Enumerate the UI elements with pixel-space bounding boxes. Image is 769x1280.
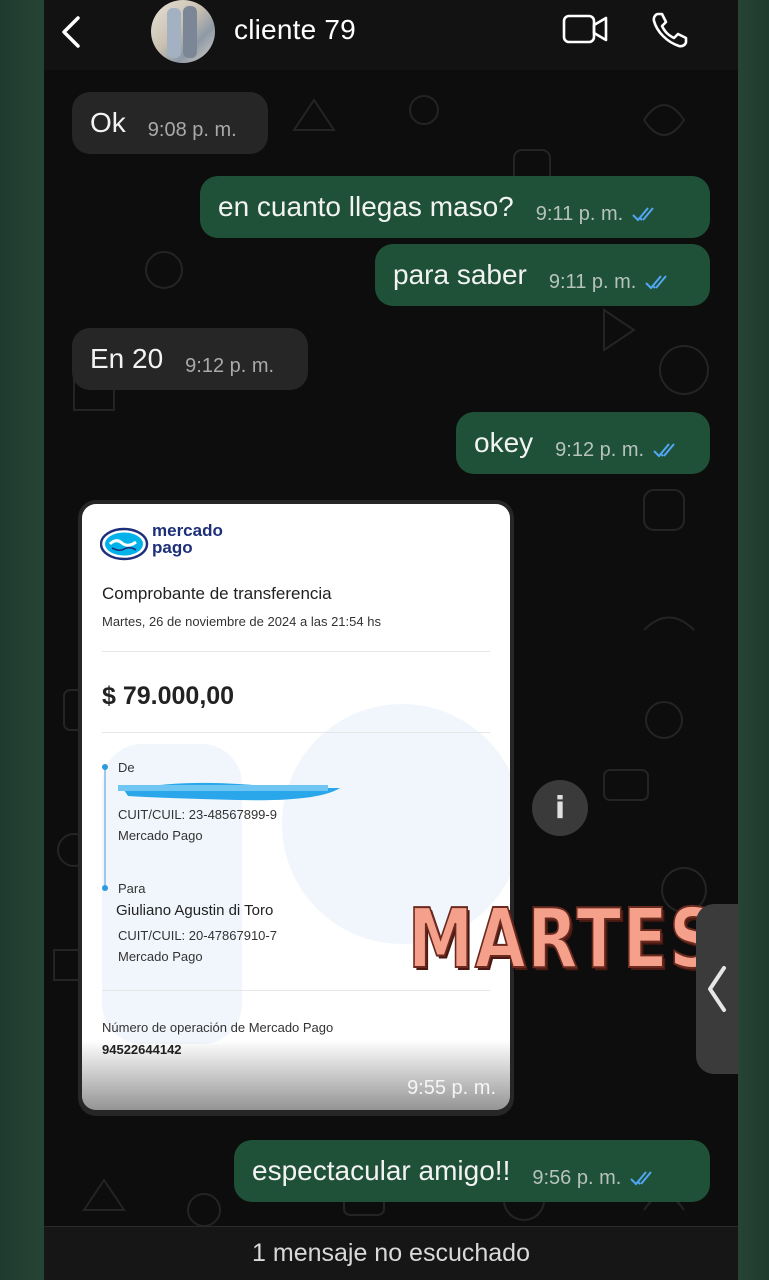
from-cuit: CUIT/CUIL: 23-48567899-9	[118, 807, 277, 822]
message-time: 9:12 p. m.	[555, 438, 645, 461]
read-receipt-icon	[630, 1171, 653, 1186]
receipt-date: Martes, 26 de noviembre de 2024 a las 21…	[102, 614, 381, 629]
contact-avatar[interactable]	[151, 0, 215, 63]
timeline-dot	[102, 885, 108, 891]
message-text: espectacular amigo!!	[252, 1155, 511, 1186]
device-frame-right	[738, 0, 769, 1280]
redacted-sender-name	[118, 782, 340, 801]
receipt-watermark	[102, 704, 510, 1044]
message-time: 9:11 p. m.	[535, 202, 624, 225]
to-cuit: CUIT/CUIL: 20-47867910-7	[118, 928, 277, 943]
receipt-amount: $ 79.000,00	[102, 682, 235, 710]
message-bubble-outgoing[interactable]: espectacular amigo!! 9:56 p. m.	[234, 1140, 710, 1202]
divider	[102, 651, 490, 652]
image-message-bubble[interactable]: mercado pago Comprobante de transferenci…	[78, 500, 514, 1116]
message-bubble-incoming[interactable]: En 20 9:12 p. m.	[72, 328, 308, 390]
device-frame-left	[0, 0, 44, 1280]
divider	[102, 732, 490, 733]
mercado-pago-wordmark: mercado pago	[152, 521, 223, 557]
message-time: 9:08 p. m.	[147, 118, 237, 141]
transfer-timeline	[104, 766, 106, 890]
operation-number-label: Número de operación de Mercado Pago	[102, 1020, 334, 1035]
message-bubble-outgoing[interactable]: para saber 9:11 p. m.	[375, 244, 710, 306]
divider	[102, 990, 490, 991]
info-button[interactable]: i	[532, 780, 588, 836]
to-name: Giuliano Agustin di Toro	[116, 902, 274, 919]
message-text: en cuanto llegas maso?	[218, 191, 514, 222]
message-text: para saber	[393, 259, 527, 290]
chat-screen: cliente 79 Ok 9:08 p. m. en cuanto llega…	[44, 0, 738, 1280]
message-bubble-outgoing[interactable]: okey 9:12 p. m.	[456, 412, 710, 474]
back-arrow-icon[interactable]	[56, 14, 86, 50]
message-bubble-outgoing[interactable]: en cuanto llegas maso? 9:11 p. m.	[200, 176, 710, 238]
chevron-left-icon	[708, 966, 726, 1012]
message-time: 9:56 p. m.	[532, 1166, 622, 1189]
message-time: 9:55 p. m.	[407, 1077, 496, 1099]
receipt-title: Comprobante de transferencia	[102, 584, 332, 603]
chat-header: cliente 79	[44, 0, 738, 70]
timeline-dot	[102, 764, 108, 770]
video-call-icon[interactable]	[562, 12, 608, 46]
side-panel-handle[interactable]	[696, 904, 738, 1074]
message-text: okey	[474, 427, 534, 458]
contact-name[interactable]: cliente 79	[234, 14, 356, 46]
transfer-receipt-image[interactable]: mercado pago Comprobante de transferenci…	[82, 504, 510, 1110]
message-time: 9:12 p. m.	[185, 354, 275, 377]
unheard-message-banner[interactable]: 1 mensaje no escuchado	[44, 1226, 738, 1280]
to-bank: Mercado Pago	[118, 949, 203, 964]
read-receipt-icon	[645, 275, 668, 290]
message-time: 9:11 p. m.	[548, 270, 637, 293]
message-bubble-incoming[interactable]: Ok 9:08 p. m.	[72, 92, 268, 154]
phone-icon[interactable]	[650, 10, 690, 50]
to-label: Para	[118, 881, 146, 896]
message-text: Ok	[90, 107, 126, 138]
sticker-overlay-text: MARTES	[407, 891, 719, 988]
read-receipt-icon	[632, 207, 654, 222]
message-text: En 20	[90, 343, 164, 374]
read-receipt-icon	[653, 443, 675, 458]
from-bank: Mercado Pago	[118, 828, 203, 843]
